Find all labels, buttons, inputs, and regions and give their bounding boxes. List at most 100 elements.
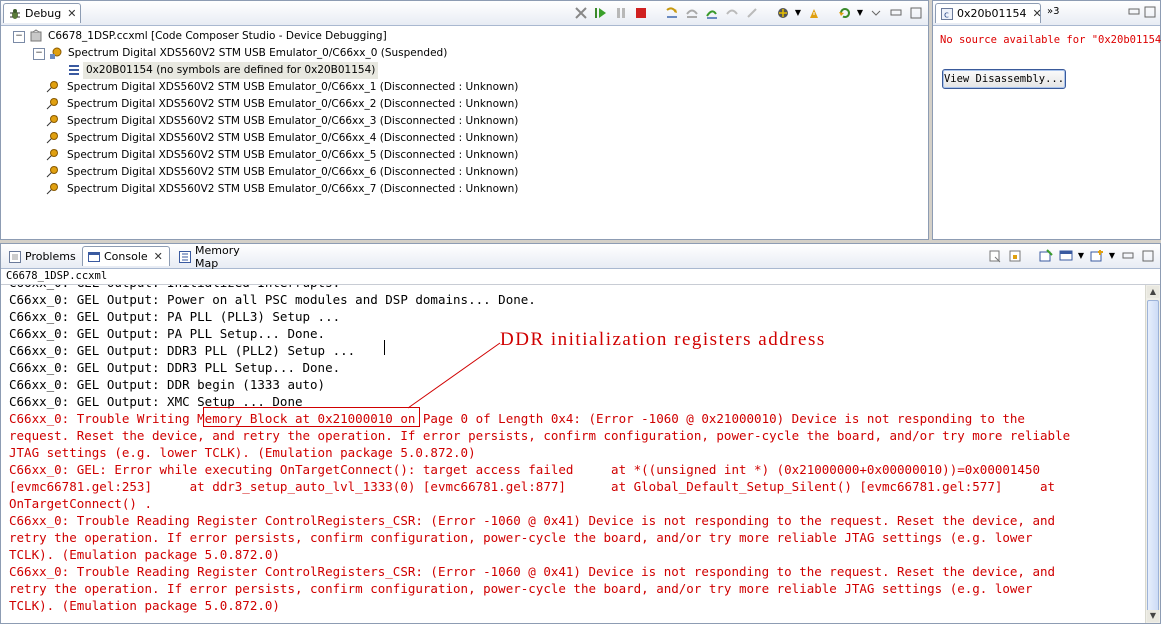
annotation-highlight-box bbox=[203, 407, 420, 427]
tree-item-label: Spectrum Digital XDS560V2 STM USB Emulat… bbox=[67, 183, 519, 195]
tree-item-label: Spectrum Digital XDS560V2 STM USB Emulat… bbox=[68, 47, 448, 59]
debug-tree: − C6678_1DSP.ccxml [Code Composer Studio… bbox=[1, 26, 928, 239]
cpu-disconnected-icon bbox=[45, 114, 59, 128]
tab-console[interactable]: Console ✕ bbox=[82, 246, 170, 266]
open-console-icon[interactable] bbox=[1088, 247, 1105, 264]
collapse-toggle-icon[interactable]: − bbox=[13, 31, 25, 43]
reset-icon[interactable] bbox=[743, 4, 760, 21]
toolbar-separator bbox=[652, 4, 660, 21]
console-line: C66xx_0: Trouble Reading Register Contro… bbox=[9, 564, 1056, 579]
source-view-header: c 0x20b01154 ✕ »3 bbox=[933, 1, 1160, 26]
view-menu-icon[interactable] bbox=[867, 4, 884, 21]
chevron-down-icon[interactable]: ▼ bbox=[794, 4, 802, 21]
chevron-down-icon[interactable]: ▼ bbox=[1108, 247, 1116, 264]
close-icon[interactable]: ✕ bbox=[1032, 7, 1041, 20]
close-icon[interactable]: ✕ bbox=[154, 250, 163, 263]
cpu-disconnected-icon bbox=[45, 97, 59, 111]
tab-source-address[interactable]: c 0x20b01154 ✕ bbox=[935, 3, 1042, 23]
console-title: C6678_1DSP.ccxml bbox=[1, 269, 1160, 285]
maximize-icon[interactable] bbox=[907, 4, 924, 21]
terminate-icon[interactable] bbox=[632, 4, 649, 21]
console-icon bbox=[88, 251, 100, 263]
toolbar-separator bbox=[763, 4, 771, 21]
minimize-icon[interactable] bbox=[887, 4, 904, 21]
console-line: C66xx_0: GEL Output: DDR3 PLL (PLL2) Set… bbox=[9, 343, 356, 358]
debug-view-header: Debug ✕ ▼ ▼ bbox=[1, 1, 928, 26]
tree-item-label: Spectrum Digital XDS560V2 STM USB Emulat… bbox=[67, 132, 519, 144]
chevron-down-icon[interactable]: ▼ bbox=[856, 4, 864, 21]
toolbar-separator bbox=[1026, 247, 1034, 264]
maximize-icon[interactable] bbox=[1144, 6, 1156, 21]
console-view: Problems Console ✕ Memory Map ▼ ▼ C6678_… bbox=[0, 243, 1161, 624]
pin-console-icon[interactable] bbox=[1037, 247, 1054, 264]
tree-item-label: 0x20B01154 (no symbols are defined for 0… bbox=[83, 62, 379, 79]
tree-item-label: Spectrum Digital XDS560V2 STM USB Emulat… bbox=[67, 98, 519, 110]
suspend-icon[interactable] bbox=[612, 4, 629, 21]
problems-icon bbox=[9, 250, 21, 263]
scrollbar-thumb[interactable] bbox=[1147, 300, 1159, 620]
view-disassembly-button[interactable]: View Disassembly... bbox=[942, 69, 1066, 89]
tree-item-label: Spectrum Digital XDS560V2 STM USB Emulat… bbox=[67, 149, 519, 161]
stack-frame-icon bbox=[67, 63, 81, 77]
cpu-disconnected-icon bbox=[45, 182, 59, 196]
memory-map-icon bbox=[179, 250, 191, 263]
chevron-down-icon[interactable]: ▼ bbox=[1077, 247, 1085, 264]
remove-terminated-icon[interactable] bbox=[572, 4, 589, 21]
console-line: OnTargetConnect() . bbox=[9, 496, 152, 511]
minimize-icon[interactable] bbox=[1119, 247, 1136, 264]
console-line: retry the operation. If error persists, … bbox=[9, 581, 1033, 596]
connect-target-icon[interactable] bbox=[774, 4, 791, 21]
scroll-up-icon[interactable]: ▲ bbox=[1147, 286, 1159, 298]
console-line: TCLK). (Emulation package 5.0.872.0) bbox=[9, 598, 280, 613]
tab-debug[interactable]: Debug ✕ bbox=[3, 3, 81, 23]
assembly-step-icon[interactable] bbox=[723, 4, 740, 21]
console-scrollbar[interactable]: ▲ ▼ bbox=[1145, 285, 1160, 623]
tab-problems[interactable]: Problems bbox=[3, 246, 79, 266]
close-icon[interactable]: ✕ bbox=[67, 7, 76, 20]
tree-item-label: Spectrum Digital XDS560V2 STM USB Emulat… bbox=[67, 115, 519, 127]
tab-source-label: 0x20b01154 bbox=[957, 7, 1027, 20]
tab-console-label: Console bbox=[104, 250, 148, 263]
console-line: C66xx_0: Trouble Writing Memory Block at… bbox=[9, 411, 1025, 426]
annotation-label: DDR initialization registers address bbox=[500, 329, 826, 350]
console-line: retry the operation. If error persists, … bbox=[9, 530, 1033, 545]
debug-bug-icon bbox=[9, 8, 21, 20]
refresh-icon[interactable] bbox=[836, 4, 853, 21]
step-return-icon[interactable] bbox=[703, 4, 720, 21]
console-view-header: Problems Console ✕ Memory Map ▼ ▼ bbox=[1, 244, 1160, 270]
tree-item-label: Spectrum Digital XDS560V2 STM USB Emulat… bbox=[67, 81, 519, 93]
cpu-gear-icon bbox=[49, 46, 63, 60]
display-console-icon[interactable] bbox=[1057, 247, 1074, 264]
cpu-disconnected-icon bbox=[45, 80, 59, 94]
console-line: C66xx_0: GEL Output: PA PLL Setup... Don… bbox=[9, 326, 326, 341]
tab-memory-map[interactable]: Memory Map bbox=[173, 244, 261, 270]
tab-debug-label: Debug bbox=[25, 7, 62, 20]
restart-icon[interactable] bbox=[805, 4, 822, 21]
console-line: JTAG settings (e.g. lower TCLK). (Emulat… bbox=[9, 445, 476, 460]
clear-console-icon[interactable] bbox=[986, 247, 1003, 264]
collapse-toggle-icon[interactable]: − bbox=[33, 48, 45, 60]
step-over-icon[interactable] bbox=[683, 4, 700, 21]
svg-text:c: c bbox=[944, 10, 949, 20]
console-line: C66xx_0: GEL Output: PA PLL (PLL3) Setup… bbox=[9, 309, 341, 324]
scroll-lock-icon[interactable] bbox=[1006, 247, 1023, 264]
console-line: C66xx_0: GEL: Error while executing OnTa… bbox=[9, 462, 1041, 477]
maximize-icon[interactable] bbox=[1139, 247, 1156, 264]
source-editor-view: c 0x20b01154 ✕ »3 No source available fo… bbox=[932, 0, 1161, 240]
console-line: C66xx_0: Trouble Reading Register Contro… bbox=[9, 513, 1056, 528]
scroll-down-icon[interactable]: ▼ bbox=[1147, 610, 1159, 622]
cpu-disconnected-icon bbox=[45, 148, 59, 162]
text-cursor bbox=[384, 340, 385, 355]
cpu-disconnected-icon bbox=[45, 165, 59, 179]
console-line: TCLK). (Emulation package 5.0.872.0) bbox=[9, 547, 280, 562]
resume-icon[interactable] bbox=[592, 4, 609, 21]
debug-view: Debug ✕ ▼ ▼ − C6678_1DSP.ccxml [Code Com… bbox=[0, 0, 929, 240]
console-toolbar: ▼ ▼ bbox=[986, 247, 1156, 264]
step-into-icon[interactable] bbox=[663, 4, 680, 21]
no-source-message: No source available for "0x20b01154" bbox=[940, 34, 1161, 46]
minimize-icon[interactable] bbox=[1128, 6, 1140, 21]
ccxml-target-icon bbox=[29, 29, 43, 43]
console-line: C66xx_0: GEL Output: DDR begin (1333 aut… bbox=[9, 377, 326, 392]
console-line: C66xx_0: GEL Output: DDR3 PLL Setup... D… bbox=[9, 360, 341, 375]
more-tabs-indicator[interactable]: »3 bbox=[1047, 6, 1059, 17]
